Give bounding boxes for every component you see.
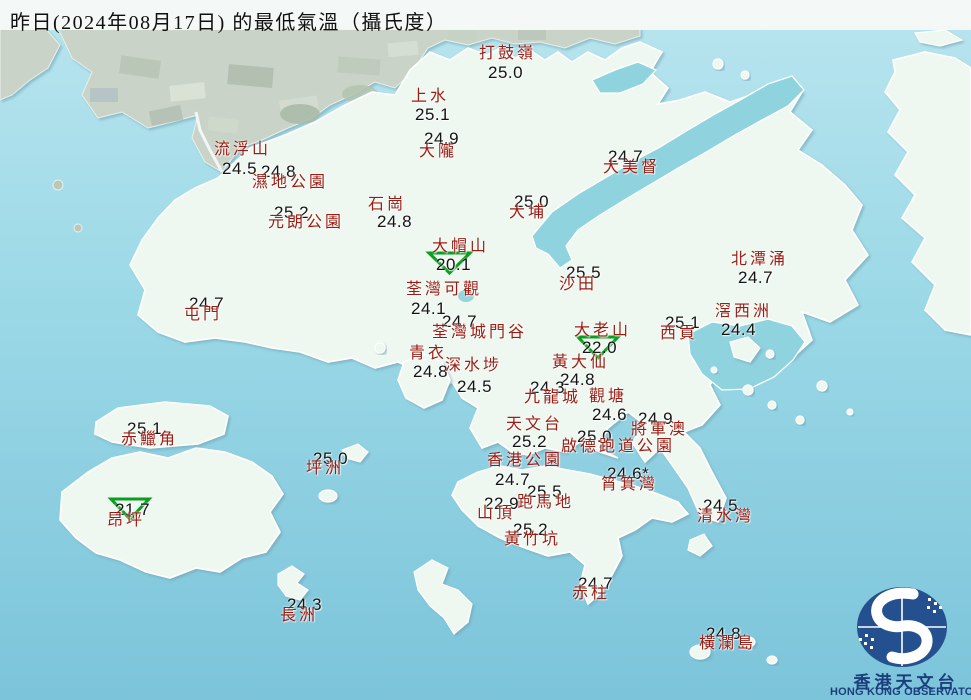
map-title: 昨日(2024年08月17日) 的最低氣溫（攝氏度） [10, 12, 448, 34]
station-name: 清水灣 [697, 508, 755, 525]
min-temperature-map: 昨日(2024年08月17日) 的最低氣溫（攝氏度） 25.0 打鼓嶺 25.1 上水… [0, 0, 971, 700]
station-name: 大老山 [574, 322, 632, 339]
station-name: 山頂 [477, 505, 516, 522]
station-value: 25.2 [512, 432, 548, 451]
station-name: 深水埗 [445, 357, 503, 374]
station-name: 流浮山 [214, 141, 272, 158]
station-name: 觀塘 [589, 388, 628, 405]
hko-logo-name-en: HONG KONG OBSERVATORY [830, 686, 971, 698]
station-name: 坪洲 [306, 460, 345, 477]
station-name: 元朗公園 [268, 214, 345, 231]
station-name: 石崗 [368, 196, 407, 213]
station-value: 20.1 [436, 255, 472, 274]
station-value: 25.1 [415, 105, 451, 124]
station-value: 24.1 [411, 299, 447, 318]
station-name: 打鼓嶺 [479, 45, 537, 62]
station-name: 大美督 [603, 159, 661, 176]
station-name: 赤柱 [572, 585, 611, 602]
station-name: 大帽山 [432, 238, 490, 255]
station-name: 青衣 [409, 345, 448, 362]
station-name: 長洲 [280, 607, 319, 624]
station-name: 天文台 [506, 416, 564, 433]
station-name: 香港公園 [487, 452, 564, 469]
station-name: 滘西洲 [715, 303, 773, 320]
station-name: 筲箕灣 [601, 476, 659, 493]
station-value: 24.8 [413, 362, 449, 381]
station-value: 24.4 [721, 320, 757, 339]
station-name: 屯門 [184, 306, 223, 323]
station-name: 跑馬地 [517, 494, 575, 511]
station-value: 24.5 [457, 377, 493, 396]
station-name: 黃大仙 [552, 354, 610, 371]
station-name: 荃灣城門谷 [432, 324, 528, 341]
station-name: 西貢 [660, 325, 699, 342]
station-name: 大隴 [419, 143, 458, 160]
station-name: 赤鱲角 [121, 431, 179, 448]
station-value: 25.0 [488, 63, 524, 82]
station-name: 濕地公園 [252, 174, 329, 191]
station-value: 24.6 [592, 405, 628, 424]
station-name: 沙田 [559, 276, 598, 293]
hko-logo: 香港天文台 HONG KONG OBSERVATORY [830, 580, 971, 700]
station-name: 九龍城 [524, 389, 582, 406]
station-name: 大埔 [509, 204, 548, 221]
stations-layer: 25.0 打鼓嶺 25.1 上水 24.9 大隴 24.5 流浮山 24.8 濕地公園 25.2 元朗… [0, 0, 971, 700]
station-name: 北潭涌 [731, 251, 789, 268]
station-name: 啟德跑道公園 [561, 438, 676, 455]
station-name: 將軍澳 [631, 421, 689, 438]
station-value: 24.8 [560, 370, 596, 389]
station-name: 上水 [411, 88, 450, 105]
station-name: 黃竹坑 [504, 531, 562, 548]
station-value: 24.8 [377, 212, 413, 231]
station-name: 昂坪 [107, 512, 146, 529]
station-name: 荃灣可觀 [406, 281, 483, 298]
station-name: 橫瀾島 [699, 635, 757, 652]
station-value: 24.7 [495, 470, 531, 489]
station-value: 24.7 [738, 268, 774, 287]
